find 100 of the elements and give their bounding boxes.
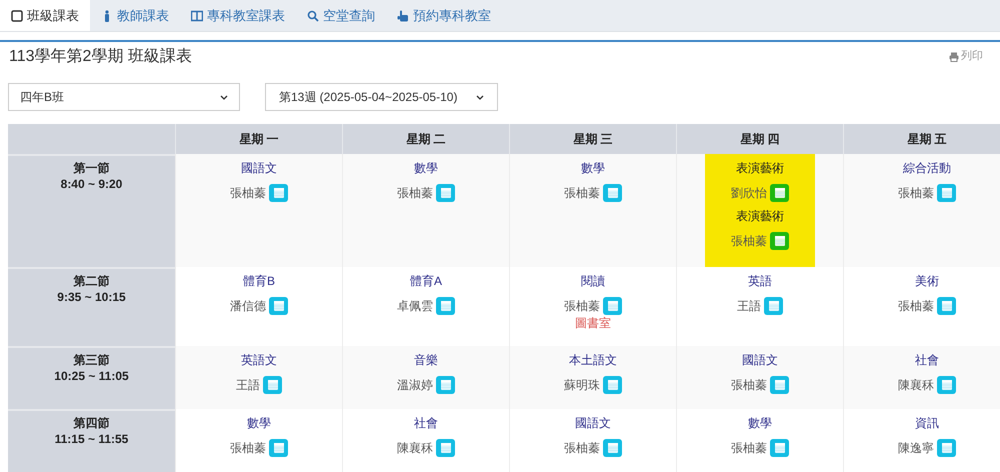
subject-label: 表演藝術	[736, 208, 784, 224]
teacher-name: 陳逸寧	[898, 440, 934, 457]
subject-label: 體育B	[242, 273, 275, 289]
day-header: 星期 一	[175, 124, 342, 154]
calendar-icon	[440, 380, 450, 390]
day-header: 星期 五	[843, 124, 1000, 154]
teacher-name: 劉欣怡	[731, 185, 767, 202]
calendar-button[interactable]	[770, 184, 789, 202]
calendar-button[interactable]	[937, 376, 956, 394]
subject-label: 綜合活動	[903, 160, 951, 176]
search-icon	[307, 10, 319, 22]
calendar-button[interactable]	[603, 297, 622, 315]
teacher-name: 張柚蓁	[898, 298, 934, 315]
teacher-name: 張柚蓁	[397, 185, 433, 202]
calendar-icon	[274, 443, 284, 453]
calendar-button[interactable]	[269, 184, 288, 202]
subject-label: 國語文	[742, 352, 778, 368]
tab[interactable]: 教師課表	[90, 0, 180, 31]
teacher-name: 張柚蓁	[731, 233, 767, 250]
subject-label: 數學	[581, 160, 605, 176]
calendar-icon	[774, 443, 784, 453]
teacher-name: 張柚蓁	[564, 185, 600, 202]
period-cell: 第一節 8:40 ~ 9:20	[8, 154, 175, 267]
tab[interactable]: 預約專科教室	[386, 0, 502, 31]
calendar-button[interactable]	[436, 184, 455, 202]
chevron-down-icon	[220, 94, 228, 100]
chevron-down-icon	[476, 94, 484, 100]
day-header: 星期 四	[676, 124, 843, 154]
subject-label: 本土語文	[569, 352, 617, 368]
calendar-button[interactable]	[603, 376, 622, 394]
tab[interactable]: 班級課表	[0, 0, 90, 31]
note-icon	[11, 10, 23, 22]
calendar-icon	[608, 380, 618, 390]
day-header: 星期 三	[509, 124, 676, 154]
calendar-button[interactable]	[770, 376, 789, 394]
subject-label: 英語文	[241, 352, 277, 368]
calendar-button[interactable]	[263, 376, 282, 394]
calendar-button[interactable]	[603, 184, 622, 202]
calendar-button[interactable]	[937, 297, 956, 315]
calendar-icon	[942, 188, 952, 198]
day-header: 星期 二	[342, 124, 509, 154]
calendar-button[interactable]	[269, 297, 288, 315]
calendar-icon	[774, 380, 784, 390]
subject-label: 音樂	[414, 352, 438, 368]
calendar-button[interactable]	[764, 297, 783, 315]
room-label: 圖書室	[575, 317, 611, 329]
pointing-hand-icon	[397, 10, 409, 22]
teacher-name: 張柚蓁	[230, 440, 266, 457]
calendar-button[interactable]	[269, 439, 288, 457]
subject-label: 表演藝術	[736, 160, 784, 176]
tab[interactable]: 專科教室課表	[180, 0, 296, 31]
calendar-button[interactable]	[937, 184, 956, 202]
calendar-icon	[608, 301, 618, 311]
calendar-icon	[440, 188, 450, 198]
class-select[interactable]: 四年B班	[8, 83, 240, 111]
calendar-button[interactable]	[603, 439, 622, 457]
calendar-icon	[768, 301, 778, 311]
teacher-name: 張柚蓁	[564, 440, 600, 457]
period-cell: 第三節 10:25 ~ 11:05	[8, 346, 175, 409]
subject-label: 國語文	[241, 160, 277, 176]
teacher-name: 張柚蓁	[564, 298, 600, 315]
print-button[interactable]: 列印	[949, 48, 983, 65]
subject-label: 社會	[915, 352, 939, 368]
teacher-name: 張柚蓁	[898, 185, 934, 202]
subject-label: 體育A	[410, 273, 442, 289]
calendar-icon	[774, 188, 784, 198]
calendar-icon	[274, 301, 284, 311]
columns-icon	[191, 10, 203, 22]
calendar-icon	[942, 443, 952, 453]
teacher-name: 張柚蓁	[731, 440, 767, 457]
calendar-icon	[608, 188, 618, 198]
subject-label: 美術	[915, 273, 939, 289]
teacher-name: 張柚蓁	[230, 185, 266, 202]
subject-label: 國語文	[575, 415, 611, 431]
calendar-button[interactable]	[770, 439, 789, 457]
calendar-icon	[274, 188, 284, 198]
teacher-name: 蘇明珠	[564, 377, 600, 394]
teacher-name: 溫淑婷	[397, 377, 433, 394]
period-cell: 第二節 9:35 ~ 10:15	[8, 267, 175, 346]
teacher-name: 王語	[236, 377, 260, 394]
week-select[interactable]: 第13週 (2025-05-04~2025-05-10)	[265, 83, 498, 111]
calendar-button[interactable]	[937, 439, 956, 457]
teacher-name: 張柚蓁	[731, 377, 767, 394]
subject-label: 數學	[748, 415, 772, 431]
calendar-button[interactable]	[436, 439, 455, 457]
teacher-name: 潘信德	[230, 298, 266, 315]
calendar-button[interactable]	[770, 232, 789, 250]
subject-label: 社會	[414, 415, 438, 431]
printer-icon	[949, 52, 959, 62]
teacher-name: 陳襄秝	[898, 377, 934, 394]
subject-label: 英語	[748, 273, 772, 289]
calendar-button[interactable]	[436, 376, 455, 394]
teacher-name: 卓佩雲	[397, 298, 433, 315]
subject-label: 資訊	[915, 415, 939, 431]
calendar-icon	[942, 301, 952, 311]
subject-label: 閱讀	[581, 273, 605, 289]
teacher-name: 王語	[737, 298, 761, 315]
teacher-name: 陳襄秝	[397, 440, 433, 457]
calendar-button[interactable]	[436, 297, 455, 315]
tab[interactable]: 空堂查詢	[296, 0, 386, 31]
